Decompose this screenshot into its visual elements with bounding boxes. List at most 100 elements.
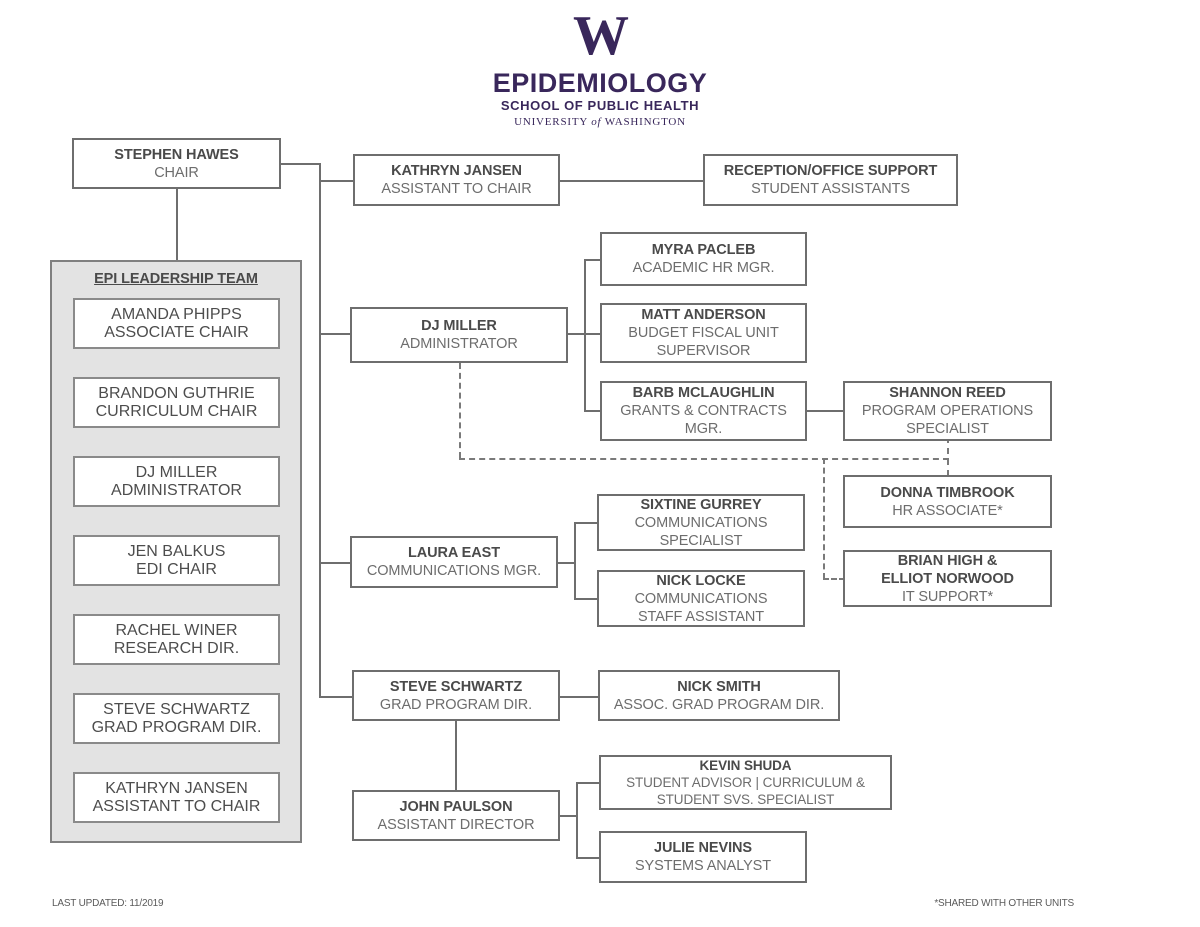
logo-school-name: SCHOOL OF PUBLIC HEALTH <box>500 98 700 113</box>
leadership-member-5-name: STEVE SCHWARTZ <box>103 700 250 718</box>
leadership-member-6-name: KATHRYN JANSEN <box>105 779 248 797</box>
node-chair-name: STEPHEN HAWES <box>114 146 239 163</box>
node-grants-contracts-title-line1: GRANTS & CONTRACTS <box>620 403 787 419</box>
node-assistant-to-chair[interactable]: KATHRYN JANSEN ASSISTANT TO CHAIR <box>353 154 560 206</box>
logo-university-of: of <box>591 116 602 128</box>
uw-epidemiology-logo: W EPIDEMIOLOGY SCHOOL OF PUBLIC HEALTH U… <box>0 8 1200 129</box>
node-reception-office-support[interactable]: RECEPTION/OFFICE SUPPORT STUDENT ASSISTA… <box>703 154 958 206</box>
connector-chair-to-leadership <box>176 188 178 260</box>
footer-last-updated: LAST UPDATED: 11/2019 <box>52 898 164 909</box>
node-administrator[interactable]: DJ MILLER ADMINISTRATOR <box>350 307 568 363</box>
leadership-member-6-title: ASSISTANT TO CHAIR <box>92 797 261 815</box>
node-assistant-director-name: JOHN PAULSON <box>399 798 513 815</box>
node-administrator-name: DJ MILLER <box>421 318 497 334</box>
leadership-member-0[interactable]: AMANDA PHIPPS ASSOCIATE CHAIR <box>73 298 280 349</box>
leadership-member-2-title: ADMINISTRATOR <box>111 481 242 499</box>
leadership-member-5-title: GRAD PROGRAM DIR. <box>91 718 262 736</box>
node-systems-analyst-title: SYSTEMS ANALYST <box>634 858 772 874</box>
node-reception-name: RECEPTION/OFFICE SUPPORT <box>723 163 938 179</box>
node-hr-associate-title: HR ASSOCIATE* <box>892 502 1003 519</box>
logo-university-suffix: WASHINGTON <box>604 116 686 128</box>
leadership-member-1-name: BRANDON GUTHRIE <box>98 384 255 402</box>
node-chair-title: CHAIR <box>154 164 199 181</box>
uw-w-logo-icon: W <box>573 5 629 67</box>
connector-administrator-subtrunk <box>584 259 586 411</box>
connector-grants-to-program-ops <box>806 410 844 412</box>
node-chair[interactable]: STEPHEN HAWES CHAIR <box>72 138 281 189</box>
connector-main-trunk <box>319 163 321 697</box>
node-grad-program-director[interactable]: STEVE SCHWARTZ GRAD PROGRAM DIR. <box>352 670 560 721</box>
node-program-ops-title-line1: PROGRAM OPERATIONS <box>861 403 1034 419</box>
dashed-connector-to-hr-associate <box>947 437 949 476</box>
leadership-member-3-title: EDI CHAIR <box>136 560 217 578</box>
node-program-ops-title-line2: SPECIALIST <box>906 421 989 437</box>
footer-shared-note: *SHARED WITH OTHER UNITS <box>934 898 1074 909</box>
node-student-advisor-title-line1: STUDENT ADVISOR | CURRICULUM & <box>626 775 865 790</box>
node-systems-analyst[interactable]: JULIE NEVINS SYSTEMS ANALYST <box>599 831 807 883</box>
node-it-support[interactable]: BRIAN HIGH & ELLIOT NORWOOD IT SUPPORT* <box>843 550 1052 607</box>
node-grants-contracts-manager[interactable]: BARB MCLAUGHLIN GRANTS & CONTRACTS MGR. <box>600 381 807 441</box>
connector-assistant-director-subtrunk <box>576 782 578 857</box>
leadership-member-4-name: RACHEL WINER <box>115 621 238 639</box>
node-assistant-director[interactable]: JOHN PAULSON ASSISTANT DIRECTOR <box>352 790 560 841</box>
leadership-member-0-title: ASSOCIATE CHAIR <box>104 323 249 341</box>
node-grants-contracts-title-line2: MGR. <box>684 421 723 437</box>
leadership-member-5[interactable]: STEVE SCHWARTZ GRAD PROGRAM DIR. <box>73 693 280 744</box>
leadership-member-3-name: JEN BALKUS <box>127 542 226 560</box>
connector-chair-right <box>281 163 321 165</box>
node-hr-associate[interactable]: DONNA TIMBROOK HR ASSOCIATE* <box>843 475 1052 528</box>
leadership-member-4[interactable]: RACHEL WINER RESEARCH DIR. <box>73 614 280 665</box>
node-assoc-grad-program-director-title: ASSOC. GRAD PROGRAM DIR. <box>613 696 825 713</box>
node-communications-assistant-title-line1: COMMUNICATIONS <box>634 590 768 607</box>
leadership-member-1-title: CURRICULUM CHAIR <box>95 402 258 420</box>
connector-trunk-to-communications <box>319 562 350 564</box>
node-communications-manager[interactable]: LAURA EAST COMMUNICATIONS MGR. <box>350 536 558 588</box>
node-student-advisor-name: KEVIN SHUDA <box>699 758 792 773</box>
node-communications-assistant-name: NICK LOCKE <box>656 572 746 589</box>
leadership-member-0-name: AMANDA PHIPPS <box>111 305 242 323</box>
node-budget-fiscal-name: MATT ANDERSON <box>641 307 766 323</box>
node-academic-hr-name: MYRA PACLEB <box>651 242 756 258</box>
node-hr-associate-name: DONNA TIMBROOK <box>880 484 1015 501</box>
node-student-advisor[interactable]: KEVIN SHUDA STUDENT ADVISOR | CURRICULUM… <box>599 755 892 810</box>
node-budget-fiscal-supervisor[interactable]: MATT ANDERSON BUDGET FISCAL UNIT SUPERVI… <box>600 303 807 363</box>
connector-to-academic-hr <box>584 259 600 261</box>
leadership-member-3[interactable]: JEN BALKUS EDI CHAIR <box>73 535 280 586</box>
dashed-connector-horizontal-run <box>459 458 949 460</box>
connector-grad-to-assoc-grad <box>560 696 598 698</box>
connector-to-budget-fiscal <box>584 333 600 335</box>
node-budget-fiscal-title-line1: BUDGET FISCAL UNIT <box>628 325 779 341</box>
connector-trunk-to-assistant <box>319 180 353 182</box>
connector-to-grants-contracts <box>584 410 600 412</box>
connector-trunk-to-grad-program <box>319 696 352 698</box>
node-academic-hr-manager[interactable]: MYRA PACLEB ACADEMIC HR MGR. <box>600 232 807 286</box>
node-communications-specialist[interactable]: SIXTINE GURREY COMMUNICATIONS SPECIALIST <box>597 494 805 551</box>
leadership-member-4-title: RESEARCH DIR. <box>113 639 240 657</box>
node-academic-hr-title: ACADEMIC HR MGR. <box>632 260 775 276</box>
connector-communications-subtrunk <box>574 522 576 598</box>
connector-to-comm-assistant <box>574 598 598 600</box>
dashed-connector-it-support-stub <box>823 578 845 580</box>
node-assistant-director-title: ASSISTANT DIRECTOR <box>377 816 535 833</box>
node-grad-program-director-name: STEVE SCHWARTZ <box>389 678 523 695</box>
node-communications-manager-name: LAURA EAST <box>408 545 500 561</box>
connector-to-comm-specialist <box>574 522 598 524</box>
node-program-operations-specialist[interactable]: SHANNON REED PROGRAM OPERATIONS SPECIALI… <box>843 381 1052 441</box>
node-communications-assistant-title-line2: STAFF ASSISTANT <box>637 608 765 625</box>
node-assistant-to-chair-title: ASSISTANT TO CHAIR <box>381 181 532 197</box>
node-it-support-title: IT SUPPORT* <box>901 588 994 605</box>
node-communications-staff-assistant[interactable]: NICK LOCKE COMMUNICATIONS STAFF ASSISTAN… <box>597 570 805 627</box>
epi-leadership-team-heading: EPI LEADERSHIP TEAM <box>94 271 258 287</box>
node-it-support-name-line1: BRIAN HIGH & <box>897 552 998 569</box>
leadership-member-1[interactable]: BRANDON GUTHRIE CURRICULUM CHAIR <box>73 377 280 428</box>
node-assoc-grad-program-director-name: NICK SMITH <box>677 678 761 695</box>
node-communications-specialist-title-line1: COMMUNICATIONS <box>634 514 768 531</box>
leadership-member-2[interactable]: DJ MILLER ADMINISTRATOR <box>73 456 280 507</box>
node-assoc-grad-program-director[interactable]: NICK SMITH ASSOC. GRAD PROGRAM DIR. <box>598 670 840 721</box>
node-assistant-to-chair-name: KATHRYN JANSEN <box>391 163 522 179</box>
node-program-ops-name: SHANNON REED <box>889 385 1006 401</box>
connector-to-systems-analyst <box>576 857 600 859</box>
leadership-member-6[interactable]: KATHRYN JANSEN ASSISTANT TO CHAIR <box>73 772 280 823</box>
org-chart-page: W EPIDEMIOLOGY SCHOOL OF PUBLIC HEALTH U… <box>0 0 1200 927</box>
connector-trunk-to-administrator <box>319 333 350 335</box>
